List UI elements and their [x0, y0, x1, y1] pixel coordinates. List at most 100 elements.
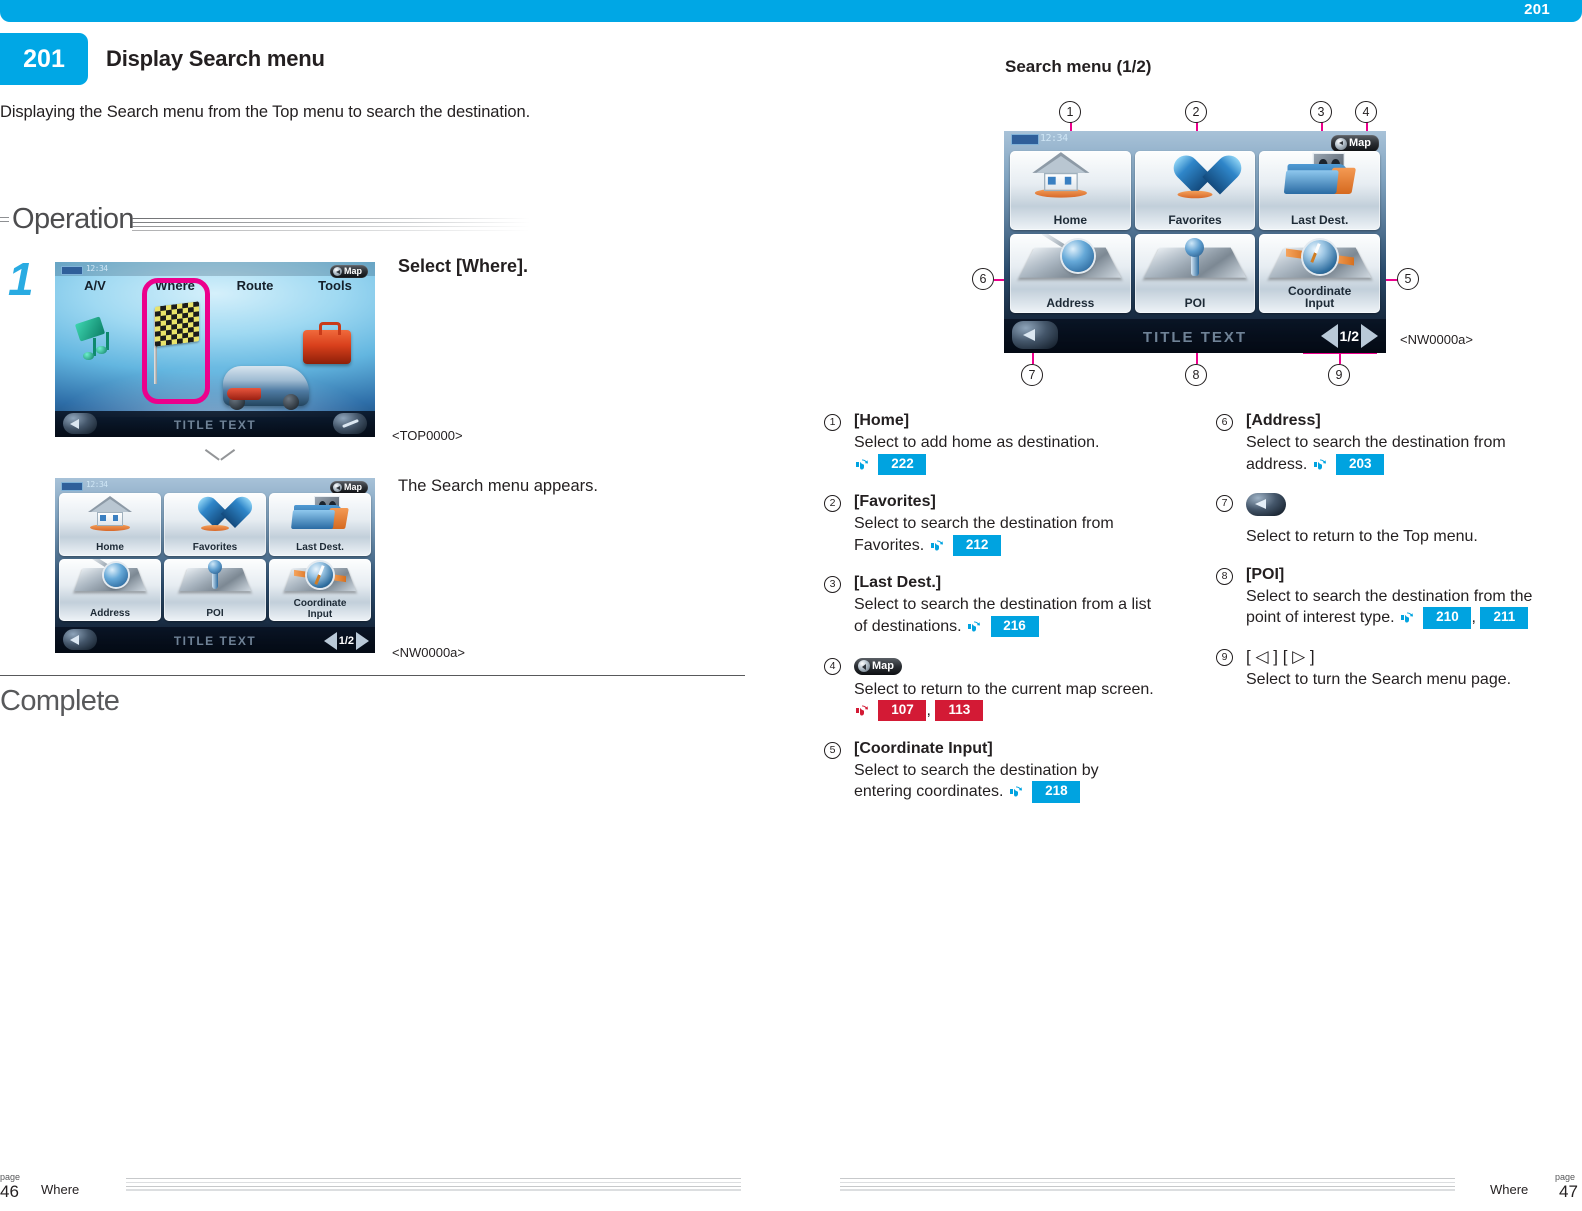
footer-left-rule	[126, 1178, 741, 1193]
tile-address[interactable]: Address	[59, 558, 161, 621]
legend-description-text: of destinations.	[854, 617, 962, 635]
page-ref-badge[interactable]: 210	[1423, 607, 1472, 629]
map-button-icon[interactable]: Map	[854, 657, 902, 675]
tile-home[interactable]: Home	[1010, 151, 1131, 230]
legend-item-5: 5 [Coordinate Input] Select to search th…	[824, 740, 1204, 803]
tile-favorites[interactable]: Favorites	[164, 493, 266, 556]
footer-right-page-number: 47	[1559, 1182, 1578, 1201]
car-icon	[223, 366, 309, 410]
tile-poi[interactable]: POI	[164, 558, 266, 621]
legend-item-3: 3 [Last Dest.] Select to search the dest…	[824, 574, 1204, 638]
footer-right-rule	[840, 1178, 1455, 1193]
legend-number: 6	[1216, 414, 1233, 431]
pointing-hand-icon	[856, 459, 871, 470]
legend-title-icon: Map	[854, 656, 1204, 675]
page-ref-badge[interactable]: 107	[878, 700, 927, 722]
briefcase-icon	[303, 322, 351, 364]
pointing-hand-icon	[930, 540, 946, 551]
tile-label-line2: Input	[307, 608, 333, 620]
page-ref-badge[interactable]: 218	[1032, 781, 1081, 803]
footer-left-chapter: Where	[41, 1182, 80, 1197]
legend-number: 1	[824, 414, 841, 431]
tile-label: Home	[1053, 213, 1087, 228]
tile-address[interactable]: Address	[1010, 234, 1131, 313]
legend-description-line1: Select to search the destination from	[1246, 434, 1506, 451]
legend-number: 8	[1216, 567, 1233, 585]
previous-page-arrow-icon[interactable]	[323, 632, 337, 650]
next-page-arrow-icon[interactable]	[1361, 324, 1378, 348]
tile-last-dest[interactable]: Last Dest.	[269, 493, 371, 556]
tab-av[interactable]: A/V	[55, 278, 135, 293]
legend-description-line2: address. 203	[1246, 453, 1576, 476]
legend-description-text: Favorites.	[854, 536, 925, 554]
page-ref-badge[interactable]: 211	[1480, 607, 1529, 629]
tile-coordinate-input[interactable]: Coordinate Input	[269, 558, 371, 621]
page-ref-badge[interactable]: 113	[935, 700, 984, 722]
top-screen-code: <TOP0000>	[392, 428, 463, 443]
tile-label: Address	[89, 607, 130, 619]
tile-home[interactable]: Home	[59, 493, 161, 556]
tab-tools[interactable]: Tools	[295, 278, 375, 293]
search-screen-code: <NW0000a>	[392, 645, 465, 660]
legend-item-2: 2 [Favorites] Select to search the desti…	[824, 493, 1204, 556]
legend-description-line2: Favorites. 212	[854, 534, 1204, 557]
legend-title: [Last Dest.]	[854, 574, 942, 592]
legend-column-right: 6 [Address] Select to search the destina…	[1216, 412, 1576, 709]
legend-title: [Favorites]	[854, 493, 936, 511]
legend-description-line1: Select to search the destination from	[854, 515, 1114, 533]
legend-item-8: 8 [POI] Select to search the destination…	[1216, 566, 1576, 629]
callout-1: 1	[1059, 101, 1081, 123]
callout-7: 7	[1021, 364, 1043, 386]
intro-paragraph: Displaying the Search menu from the Top …	[0, 103, 531, 121]
pointing-hand-icon	[1400, 612, 1416, 623]
legend-refs: 222	[854, 453, 1204, 476]
tab-route[interactable]: Route	[215, 278, 295, 293]
search-menu-tiles: Home Favorites Last Dest. Address POI Co…	[59, 493, 371, 621]
tile-label: Coordinate Input	[1259, 285, 1380, 310]
legend-item-9: 9 [ ◁ ] [ ▷ ] Select to turn the Search …	[1216, 647, 1576, 691]
map-button[interactable]: Map	[1331, 135, 1379, 152]
legend-description: Select to add home as destination.	[854, 434, 1100, 451]
legend-description-line1: Select to search the destination from a …	[854, 596, 1152, 614]
tile-label: Last Dest.	[1290, 213, 1349, 228]
battery-icon	[1011, 134, 1039, 145]
step-instruction: Select [Where].	[398, 256, 529, 276]
previous-page-arrow-icon[interactable]	[1320, 324, 1338, 348]
callout-3: 3	[1310, 101, 1332, 123]
page-ref-badge[interactable]: 216	[990, 615, 1039, 638]
operation-rule	[132, 218, 530, 234]
page-turn-controls: 1/2	[323, 632, 369, 650]
page-ref-badge[interactable]: 212	[953, 534, 1002, 556]
pointing-hand-icon	[1009, 786, 1025, 797]
footer-left-page-number: 46	[0, 1182, 19, 1201]
operation-bars-icon	[0, 217, 9, 225]
tile-coordinate-input[interactable]: Coordinate Input	[1259, 234, 1380, 313]
page-ref-badge[interactable]: 203	[1336, 453, 1385, 475]
next-page-arrow-icon[interactable]	[356, 632, 369, 650]
step-result-text: The Search menu appears.	[398, 477, 598, 495]
clock-label: 12:34	[86, 480, 108, 489]
pointing-hand-icon	[856, 705, 871, 716]
back-button-icon[interactable]	[1246, 493, 1286, 517]
legend-title: [Address]	[1246, 412, 1321, 429]
heart-icon	[1170, 155, 1220, 200]
settings-wrench-button[interactable]	[333, 413, 367, 434]
pointing-hand-icon	[1313, 459, 1329, 470]
tile-last-dest[interactable]: Last Dest.	[1259, 151, 1380, 230]
chevron-down-icon	[206, 449, 234, 465]
callout-2: 2	[1185, 101, 1207, 123]
tile-label: Address	[1046, 296, 1095, 311]
page-title: Display Search menu	[106, 46, 325, 71]
operation-heading: Operation	[0, 203, 530, 239]
page-ref-badge[interactable]: 222	[878, 453, 927, 475]
compass-map-icon	[307, 561, 333, 588]
tile-poi[interactable]: POI	[1134, 234, 1256, 313]
tile-favorites[interactable]: Favorites	[1134, 151, 1256, 230]
legend-number: 7	[1216, 495, 1233, 513]
pointing-hand-icon	[968, 621, 983, 632]
legend-item-6: 6 [Address] Select to search the destina…	[1216, 412, 1576, 475]
footer-left-page-word: page	[0, 1172, 21, 1182]
callout-8: 8	[1185, 364, 1207, 386]
map-button[interactable]: Map	[330, 265, 368, 278]
complete-label: Complete	[0, 685, 120, 717]
